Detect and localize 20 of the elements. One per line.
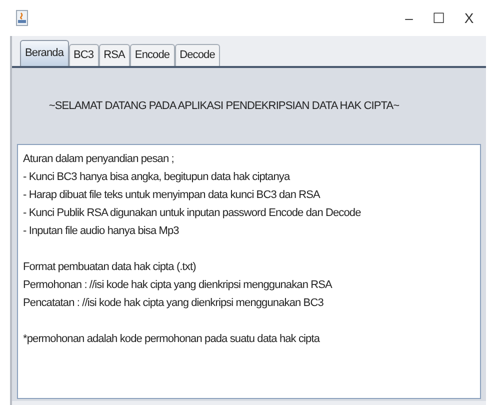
text-line: *permohonan adalah kode permohonan pada suatu data hak cipta (23, 332, 320, 347)
tab[interactable]: RSA (98, 44, 130, 66)
text-line: - Kunci Publik RSA digunakan untuk inputan password Encode dan Decode (23, 206, 361, 221)
text-line: - Harap dibuat file teks untuk menyimpan data kunci BC3 dan RSA (23, 188, 320, 203)
text-line: Permohonan : //isi kode hak cipta yang dienkripsi menggunakan RSA (23, 278, 332, 293)
tab[interactable]: Encode (130, 44, 175, 66)
welcome-heading: ~SELAMAT DATANG PADA APLIKASI PENDEKRIPSIAN DATA HAK CIPTA~ (48, 98, 400, 114)
tab[interactable]: Beranda (20, 40, 69, 66)
text-line: Format pembuatan data hak cipta (.txt) (23, 260, 196, 275)
tab[interactable]: Decode (174, 44, 220, 66)
close-button[interactable]: X (454, 6, 484, 30)
text-line: Pencatatan : //isi kode hak cipta yang dienkripsi menggunakan BC3 (23, 296, 324, 311)
text-line: Aturan dalam penyandian pesan ; (23, 152, 174, 167)
maximize-button[interactable]: ☐ (424, 6, 454, 30)
text-line: - Inputan file audio hanya bisa Mp3 (23, 224, 179, 239)
minimize-button[interactable]: – (394, 6, 424, 30)
java-app-icon (16, 10, 28, 26)
text-line: - Kunci BC3 hanya bisa angka, begitupun data hak ciptanya (23, 170, 290, 185)
info-text-area[interactable] (17, 144, 481, 399)
tab[interactable]: BC3 (68, 44, 99, 66)
